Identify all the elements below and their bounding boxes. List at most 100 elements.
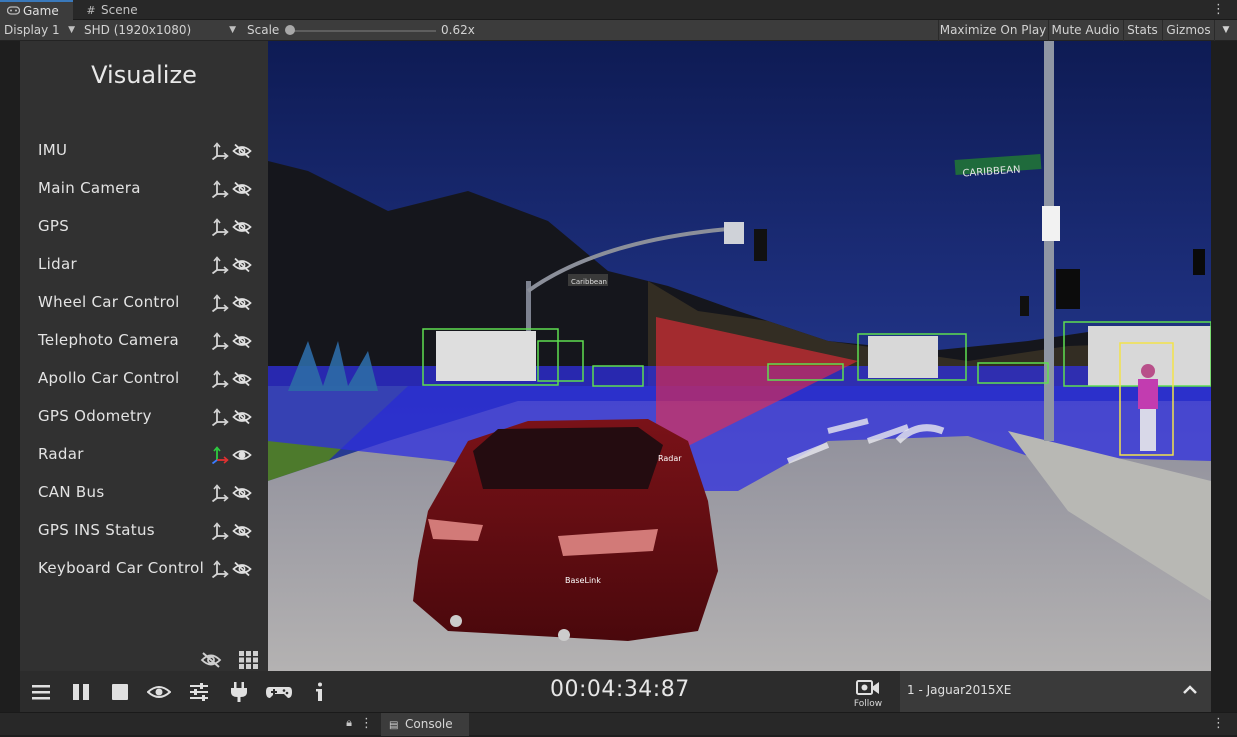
axes-gizmo-icon[interactable] — [211, 370, 229, 389]
axes-gizmo-icon[interactable] — [211, 560, 229, 579]
game-toolbar: Display 1 ▼ SHD (1920x1080) ▼ Scale 0.62… — [0, 20, 1237, 41]
small-sign-text: Caribbean — [571, 278, 607, 286]
eye-off-icon[interactable] — [232, 561, 252, 577]
visualize-row[interactable]: Radar — [38, 443, 254, 467]
bottom-dock-bar: 🔒︎ ⋮ ▤ Console ⋮ — [0, 712, 1237, 736]
visualize-row[interactable]: IMU — [38, 139, 254, 163]
eye-icon[interactable] — [232, 447, 252, 463]
lock-icon[interactable]: 🔒︎ — [344, 716, 354, 730]
console-icon: ▤ — [389, 720, 399, 731]
display-dropdown-value: Display 1 — [4, 23, 60, 37]
stop-icon[interactable] — [109, 681, 131, 703]
visualize-row-label: IMU — [38, 141, 68, 159]
axes-gizmo-icon[interactable] — [211, 484, 229, 503]
visualize-row[interactable]: GPS Odometry — [38, 405, 254, 429]
gizmos-dropdown-icon[interactable]: ▼ — [1214, 20, 1237, 41]
hide-all-icon[interactable] — [200, 651, 222, 671]
chevron-up-icon[interactable] — [1181, 681, 1199, 699]
tab-scene-label: Scene — [101, 3, 138, 17]
console-menu-icon[interactable]: ⋮ — [1212, 716, 1225, 731]
eye-off-icon[interactable] — [232, 181, 252, 197]
tab-console-label: Console — [405, 717, 453, 731]
controller-icon[interactable] — [265, 681, 293, 703]
eye-off-icon[interactable] — [232, 219, 252, 235]
visualize-row[interactable]: Keyboard Car Control — [38, 557, 254, 581]
visualize-row-label: Wheel Car Control — [38, 293, 180, 311]
eye-icon[interactable] — [146, 681, 172, 703]
axes-gizmo-icon[interactable] — [211, 256, 229, 275]
scene-render: CARIBBEAN Caribbean Radar BaseLink — [268, 41, 1211, 671]
axes-gizmo-icon[interactable] — [211, 446, 229, 465]
eye-off-icon[interactable] — [232, 523, 252, 539]
tab-game[interactable]: Game — [0, 0, 73, 20]
mute-audio-button[interactable]: Mute Audio — [1048, 20, 1122, 41]
visualize-row[interactable]: Main Camera — [38, 177, 254, 201]
axes-gizmo-icon[interactable] — [211, 408, 229, 427]
resolution-dropdown[interactable]: SHD (1920x1080) ▼ — [80, 20, 240, 41]
chevron-down-icon: ▼ — [68, 25, 75, 35]
sliders-icon[interactable] — [188, 681, 210, 703]
agent-selector-value: 1 - Jaguar2015XE — [907, 683, 1012, 697]
eye-off-icon[interactable] — [232, 143, 252, 159]
eye-off-icon[interactable] — [232, 333, 252, 349]
scale-slider-track[interactable] — [288, 30, 436, 32]
display-dropdown[interactable]: Display 1 ▼ — [0, 20, 79, 41]
eye-off-icon[interactable] — [232, 295, 252, 311]
eye-off-icon[interactable] — [232, 409, 252, 425]
panel-title: Visualize — [91, 61, 197, 89]
visualize-row-label: Keyboard Car Control — [38, 559, 205, 577]
editor-tab-bar: Game # Scene ⋮ — [0, 0, 1237, 20]
baselink-label: BaseLink — [565, 576, 601, 585]
gamepad-icon — [6, 2, 20, 21]
visualize-row-label: GPS — [38, 217, 70, 235]
visualize-row[interactable]: GPS — [38, 215, 254, 239]
visualize-row-label: CAN Bus — [38, 483, 105, 501]
simulation-scene[interactable]: CARIBBEAN Caribbean Radar BaseLink — [268, 41, 1211, 671]
maximize-on-play-button[interactable]: Maximize On Play — [938, 20, 1047, 41]
agent-selector[interactable]: 1 - Jaguar2015XE — [900, 671, 1211, 712]
info-icon[interactable] — [309, 681, 331, 703]
axes-gizmo-icon[interactable] — [211, 294, 229, 313]
visualize-row-label: Apollo Car Control — [38, 369, 180, 387]
tab-scene[interactable]: # Scene — [78, 1, 148, 20]
scale-slider-handle[interactable] — [285, 25, 295, 35]
visualize-panel: Visualize IMU Main Camera GPS Lidar Wheel Ca… — [20, 41, 268, 671]
eye-off-icon[interactable] — [232, 485, 252, 501]
visualize-row-label: Telephoto Camera — [38, 331, 179, 349]
visualize-row-label: Lidar — [38, 255, 77, 273]
menu-icon[interactable] — [30, 681, 52, 703]
eye-off-icon[interactable] — [232, 257, 252, 273]
tab-console[interactable]: ▤ Console — [381, 713, 469, 736]
visualize-row[interactable]: CAN Bus — [38, 481, 254, 505]
visualize-row-label: GPS INS Status — [38, 521, 155, 539]
visualize-row-label: Radar — [38, 445, 84, 463]
tab-menu-icon[interactable]: ⋮ — [1212, 2, 1225, 17]
axes-gizmo-icon[interactable] — [211, 218, 229, 237]
visualize-row[interactable]: Wheel Car Control — [38, 291, 254, 315]
scale-value: 0.62x — [441, 23, 475, 37]
plug-icon[interactable] — [228, 681, 250, 703]
sim-timer: 00:04:34:87 — [550, 677, 690, 702]
axes-gizmo-icon[interactable] — [211, 522, 229, 541]
dock-menu-icon[interactable]: ⋮ — [360, 716, 373, 731]
eye-off-icon[interactable] — [232, 371, 252, 387]
video-camera-icon — [856, 680, 879, 695]
follow-camera-button[interactable]: Follow — [848, 675, 888, 711]
gizmos-button[interactable]: Gizmos — [1162, 20, 1214, 41]
visualize-row[interactable]: Lidar — [38, 253, 254, 277]
chevron-down-icon: ▼ — [229, 25, 236, 35]
stats-button[interactable]: Stats — [1123, 20, 1161, 41]
pause-icon[interactable] — [70, 681, 92, 703]
grid-view-icon[interactable] — [239, 651, 261, 671]
visualize-row-label: GPS Odometry — [38, 407, 152, 425]
visualize-row[interactable]: Telephoto Camera — [38, 329, 254, 353]
visualize-row[interactable]: GPS INS Status — [38, 519, 254, 543]
visualize-row[interactable]: Apollo Car Control — [38, 367, 254, 391]
axes-gizmo-icon[interactable] — [211, 142, 229, 161]
axes-gizmo-icon[interactable] — [211, 180, 229, 199]
visualize-row-label: Main Camera — [38, 179, 141, 197]
axes-gizmo-icon[interactable] — [211, 332, 229, 351]
sim-control-bar: 00:04:34:87 Follow 1 - Jaguar2015XE — [20, 671, 1211, 712]
tab-game-label: Game — [23, 4, 59, 18]
scale-label: Scale — [247, 23, 280, 37]
